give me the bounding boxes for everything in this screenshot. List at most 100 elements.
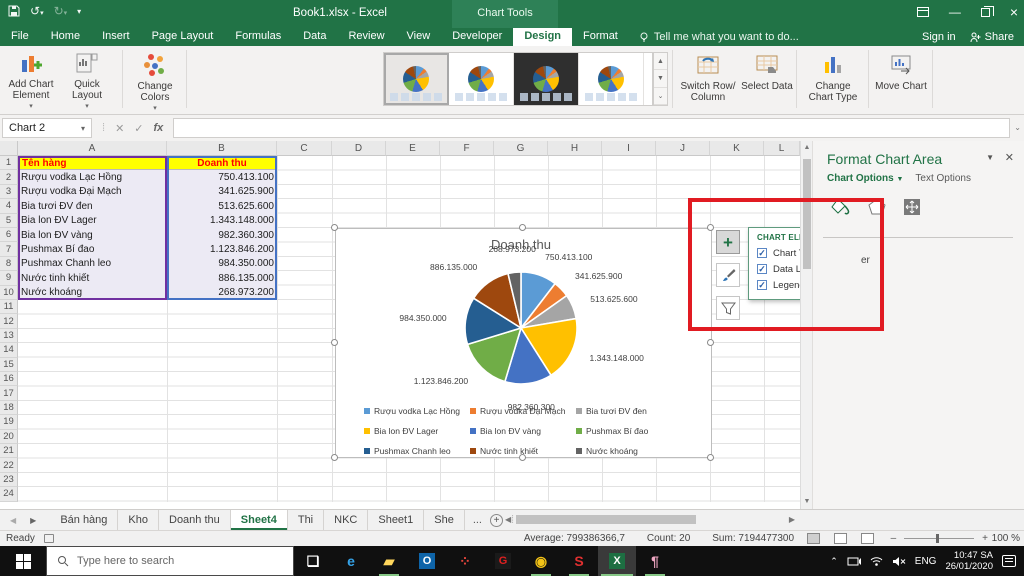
minimize-icon[interactable]: — <box>949 5 961 19</box>
excel-icon[interactable]: X <box>598 546 636 576</box>
row-header-9[interactable]: 9 <box>0 271 18 285</box>
sheet-tab-sheet1[interactable]: Sheet1 <box>368 510 424 530</box>
tab-formulas[interactable]: Formulas <box>224 28 292 46</box>
tab-developer[interactable]: Developer <box>441 28 513 46</box>
volume-muted-icon[interactable] <box>892 556 906 567</box>
horizontal-scrollbar[interactable]: ◀ ▶ <box>505 513 795 526</box>
cell-a1[interactable]: Tên hàng <box>18 156 167 170</box>
page-break-view-icon[interactable] <box>861 533 874 544</box>
chart-resize-handle[interactable] <box>331 224 338 231</box>
unikey-icon[interactable]: S <box>560 546 598 576</box>
tab-data[interactable]: Data <box>292 28 337 46</box>
ribbon-display-options-icon[interactable] <box>917 7 929 17</box>
formula-input[interactable] <box>173 118 1010 138</box>
clock[interactable]: 10:47 SA26/01/2020 <box>945 550 993 572</box>
row-header-19[interactable]: 19 <box>0 415 18 429</box>
chart-elements-button[interactable]: + <box>716 230 740 254</box>
sign-in-link[interactable]: Sign in <box>922 31 956 43</box>
column-header-b[interactable]: B <box>167 141 277 156</box>
name-box-arrow-icon[interactable]: ▾ <box>81 124 85 133</box>
tab-file[interactable]: File <box>0 28 40 46</box>
column-header-i[interactable]: I <box>602 141 656 156</box>
row-header-1[interactable]: 1 <box>0 156 18 170</box>
row-header-24[interactable]: 24 <box>0 487 18 501</box>
sheet-tab-doanh-thu[interactable]: Doanh thu <box>159 510 231 530</box>
chart-style-3[interactable] <box>514 53 579 105</box>
zoom-out-icon[interactable]: – <box>891 533 897 544</box>
chrome-icon[interactable]: ◉ <box>522 546 560 576</box>
row-header-13[interactable]: 13 <box>0 329 18 343</box>
legend-item-pushmax-b-ao[interactable]: Pushmax Bí đao <box>576 421 678 441</box>
insert-function-icon[interactable]: fx <box>154 122 164 134</box>
chart-style-4[interactable] <box>579 53 644 105</box>
row-header-11[interactable]: 11 <box>0 300 18 314</box>
zoom-level[interactable]: 100 % <box>992 533 1020 544</box>
tab-format[interactable]: Format <box>572 28 629 46</box>
cell-a3[interactable]: Rượu vodka Đại Mạch <box>18 185 167 199</box>
people-icon[interactable]: ⁘ <box>446 546 484 576</box>
chart-resize-handle[interactable] <box>331 339 338 346</box>
row-header-7[interactable]: 7 <box>0 242 18 256</box>
column-header-d[interactable]: D <box>332 141 386 156</box>
panel-dropdown-icon[interactable]: ▼ <box>986 153 994 162</box>
checkbox-icon[interactable]: ✓ <box>757 248 767 258</box>
add-chart-element-button[interactable]: Add Chart Element▾ <box>4 50 58 108</box>
tell-me-box[interactable]: Tell me what you want to do... <box>629 28 809 46</box>
row-header-3[interactable]: 3 <box>0 185 18 199</box>
legend-item-r-u-vodka-l-c-h-ng[interactable]: Rượu vodka Lạc Hồng <box>364 401 470 421</box>
cell-b8[interactable]: 984.350.000 <box>167 257 277 271</box>
normal-view-icon[interactable] <box>807 533 820 544</box>
zoom-slider[interactable] <box>936 534 939 543</box>
text-options-tab[interactable]: Text Options <box>915 173 971 184</box>
macro-record-icon[interactable] <box>44 534 54 543</box>
row-header-5[interactable]: 5 <box>0 214 18 228</box>
chart-object[interactable]: Doanh thu 750.413.100341.625.900513.625.… <box>335 228 712 458</box>
gallery-up-icon[interactable]: ▲ <box>654 53 667 70</box>
tab-insert[interactable]: Insert <box>91 28 141 46</box>
legend-item-bia-t-i-v-en[interactable]: Bia tươi ĐV đen <box>576 401 678 421</box>
change-chart-type-button[interactable]: Change Chart Type <box>802 50 864 108</box>
cell-a6[interactable]: Bia lon ĐV vàng <box>18 228 167 242</box>
switch-row-column-button[interactable]: Switch Row/ Column <box>678 50 738 108</box>
move-chart-button[interactable]: Move Chart <box>874 50 928 108</box>
outlook-icon[interactable]: O <box>408 546 446 576</box>
row-header-17[interactable]: 17 <box>0 386 18 400</box>
row-header-8[interactable]: 8 <box>0 257 18 271</box>
effects-pentagon-icon[interactable] <box>867 197 887 217</box>
change-colors-button[interactable]: Change Colors▾ <box>128 50 182 108</box>
select-data-button[interactable]: Select Data <box>740 50 794 108</box>
tab-page-layout[interactable]: Page Layout <box>141 28 225 46</box>
row-header-2[interactable]: 2 <box>0 170 18 184</box>
panel-close-icon[interactable]: ✕ <box>1005 151 1014 164</box>
scroll-right-icon[interactable]: ▶ <box>789 515 795 524</box>
chart-style-1[interactable] <box>384 53 449 105</box>
tab-home[interactable]: Home <box>40 28 91 46</box>
cell-b5[interactable]: 1.343.148.000 <box>167 214 277 228</box>
checkbox-icon[interactable]: ✓ <box>757 280 767 290</box>
cell-b9[interactable]: 886.135.000 <box>167 271 277 285</box>
sheet-tab-sheet4[interactable]: Sheet4 <box>231 510 288 530</box>
start-button[interactable] <box>0 546 46 576</box>
cell-b1[interactable]: Doanh thu <box>167 156 277 170</box>
restore-icon[interactable] <box>981 8 990 17</box>
sheet-tab-thi[interactable]: Thi <box>288 510 324 530</box>
paint-icon[interactable]: ¶ <box>636 546 674 576</box>
add-sheet-icon[interactable]: + <box>490 514 503 527</box>
taskbar-search-input[interactable]: Type here to search <box>46 546 294 576</box>
tray-chevron-icon[interactable]: ⌃ <box>830 556 838 567</box>
sheet-tab-nkc[interactable]: NKC <box>324 510 368 530</box>
cell-a8[interactable]: Pushmax Chanh leo <box>18 257 167 271</box>
edge-icon[interactable]: e <box>332 546 370 576</box>
chart-legend[interactable]: Rượu vodka Lạc HồngRượu vodka Đại MạchBi… <box>364 401 678 461</box>
column-header-f[interactable]: F <box>440 141 494 156</box>
cell-a5[interactable]: Bia lon ĐV Lager <box>18 214 167 228</box>
chart-resize-handle[interactable] <box>707 224 714 231</box>
legend-item-n-c-kho-ng[interactable]: Nước khoáng <box>576 441 678 461</box>
cell-a10[interactable]: Nước khoáng <box>18 286 167 300</box>
row-header-14[interactable]: 14 <box>0 343 18 357</box>
chart-resize-handle[interactable] <box>519 224 526 231</box>
column-header-e[interactable]: E <box>386 141 440 156</box>
chart-styles-button[interactable] <box>716 263 740 287</box>
sheet-tab-b-n-h-ng[interactable]: Bán hàng <box>50 510 118 530</box>
vertical-scrollbar[interactable]: ▲ ▼ <box>800 141 812 509</box>
